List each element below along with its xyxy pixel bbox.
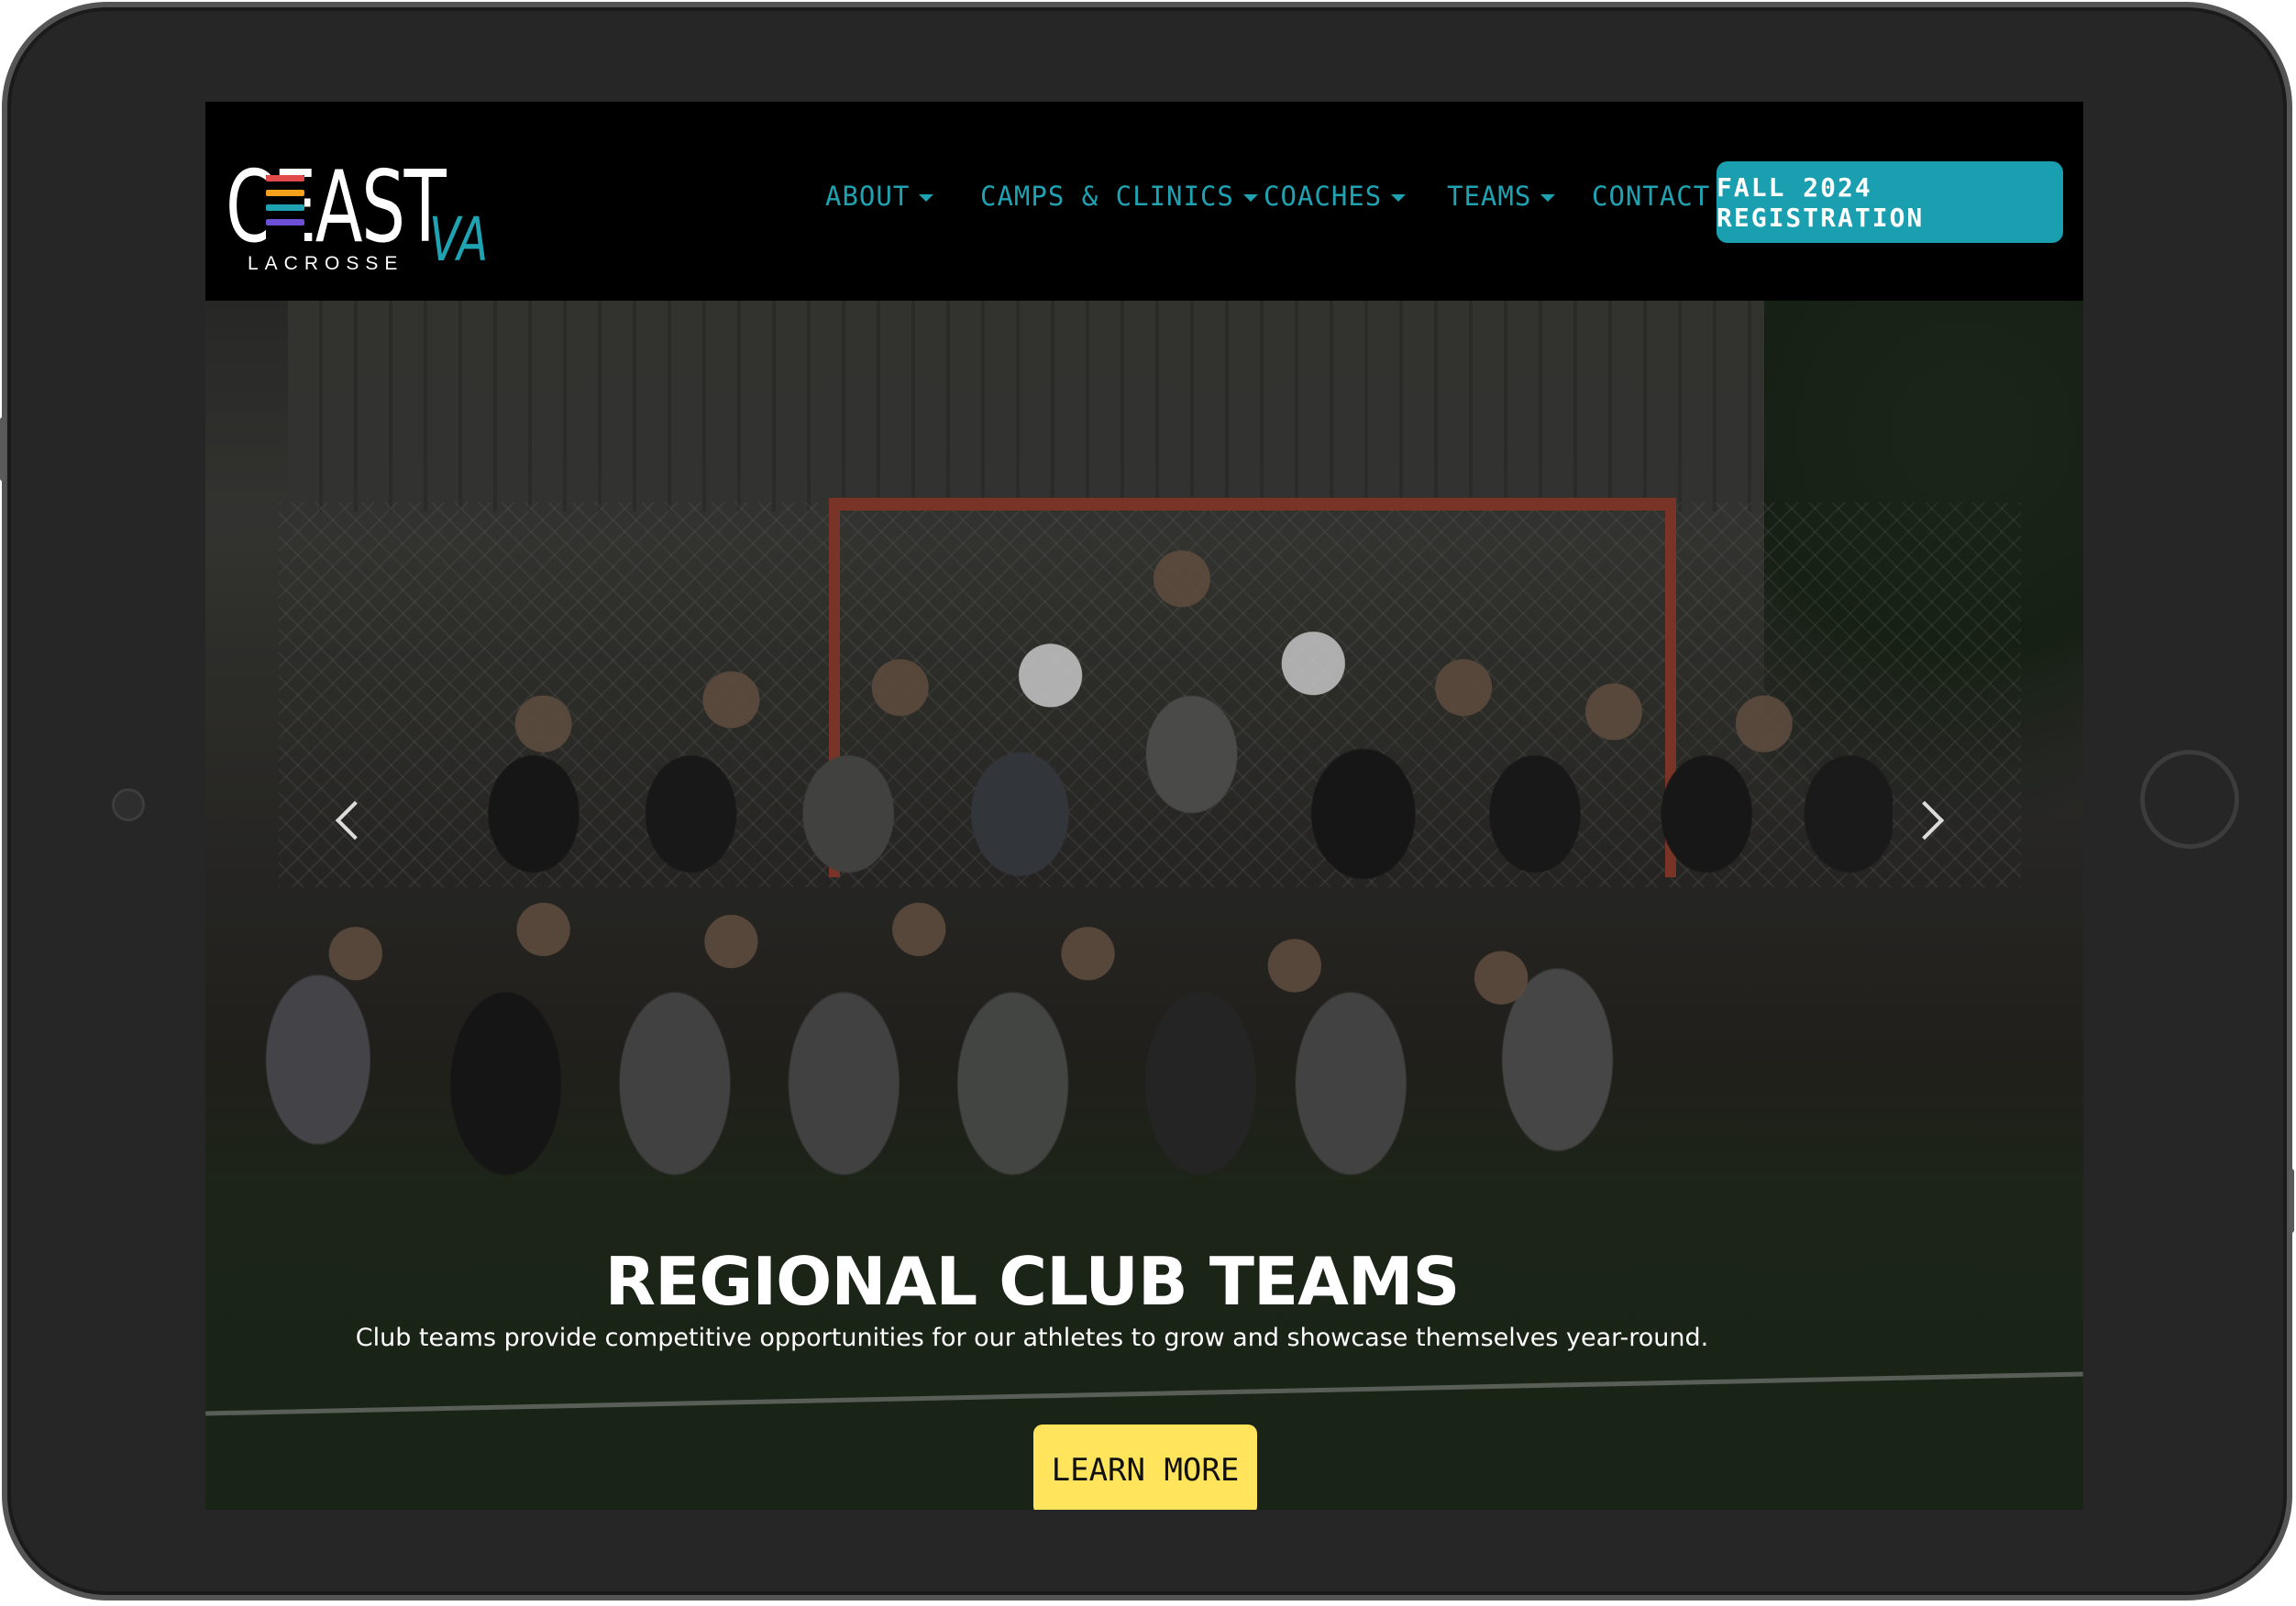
logo-subtitle: LACROSSE: [248, 253, 404, 274]
volume-button: [0, 417, 6, 481]
learn-more-button[interactable]: LEARN MORE: [1033, 1424, 1257, 1510]
logo-region: VA: [429, 204, 489, 275]
nav-item-label: TEAMS: [1447, 181, 1532, 212]
nav-item-about[interactable]: ABOUT: [825, 181, 934, 212]
nav-item-coaches[interactable]: COACHES: [1264, 181, 1407, 212]
browser-viewport: CEAST VA LACROSSE ABOUT CAMPS & CLINICS …: [205, 102, 2083, 1510]
caret-down-icon: [919, 194, 934, 202]
hero-carousel: REGIONAL CLUB TEAMS Club teams provide c…: [205, 301, 2083, 1510]
nav-item-contact[interactable]: CONTACT: [1592, 181, 1710, 212]
site-header: CEAST VA LACROSSE ABOUT CAMPS & CLINICS …: [205, 102, 2083, 301]
hero-title: REGIONAL CLUB TEAMS: [604, 1243, 1461, 1320]
logo-striped-o: [266, 175, 304, 248]
caret-down-icon: [1242, 194, 1258, 202]
registration-button[interactable]: FALL 2024 REGISTRATION: [1716, 161, 2063, 243]
power-button: [2289, 1169, 2294, 1233]
home-button[interactable]: [2140, 750, 2239, 849]
caret-down-icon: [1540, 194, 1556, 202]
logo-wordmark: CEAST: [226, 150, 447, 265]
nav-item-label: COACHES: [1264, 181, 1383, 212]
nav-item-label: CAMPS & CLINICS: [980, 181, 1234, 212]
front-camera: [112, 788, 145, 821]
caret-down-icon: [1391, 194, 1407, 202]
hero-subtitle: Club teams provide competitive opportuni…: [355, 1324, 1709, 1352]
nav-item-camps-clinics[interactable]: CAMPS & CLINICS: [980, 181, 1258, 212]
nav-item-label: ABOUT: [825, 181, 911, 212]
nav-item-label: CONTACT: [1592, 181, 1711, 212]
nav-item-teams[interactable]: TEAMS: [1447, 181, 1556, 212]
site-logo[interactable]: CEAST VA LACROSSE: [226, 150, 488, 287]
